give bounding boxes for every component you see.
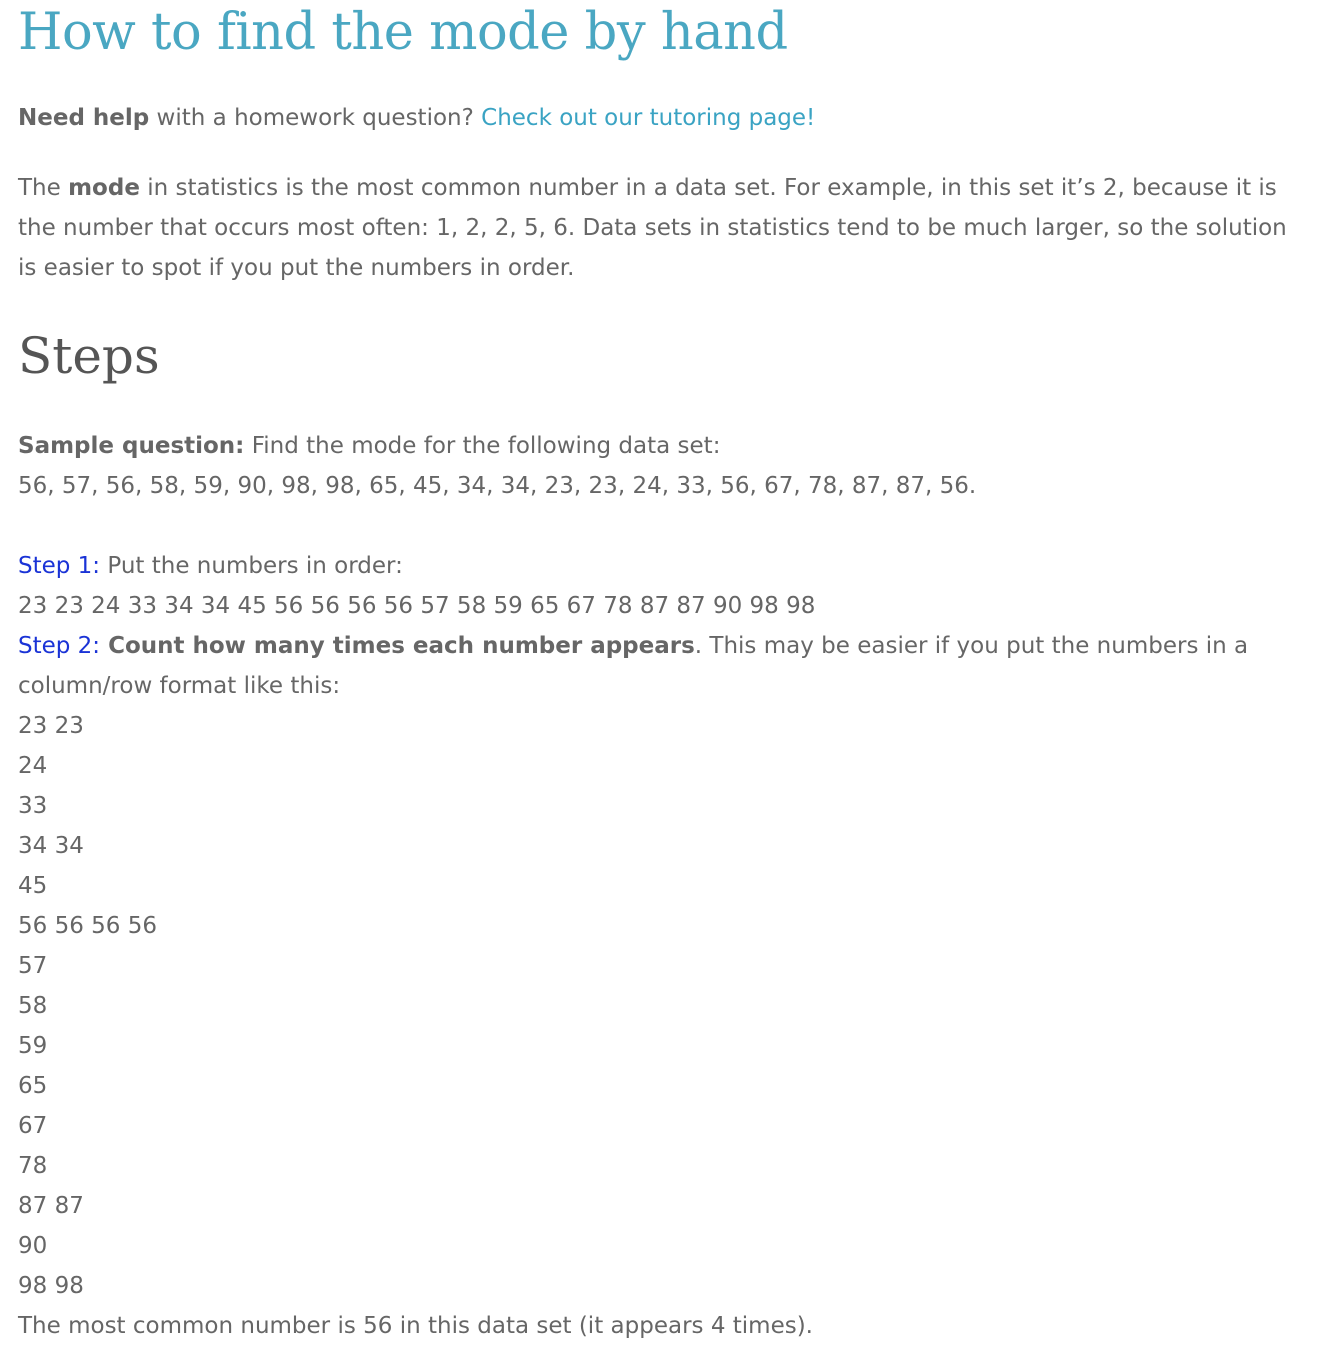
sample-question-text: Find the mode for the following data set… xyxy=(244,433,721,459)
sample-question-block: Sample question: Find the mode for the f… xyxy=(18,426,1306,506)
frequency-list: 23 23 24 33 34 34 45 56 56 56 56 57 58 5… xyxy=(18,706,1306,1306)
frequency-row: 57 xyxy=(18,953,48,979)
intro-text-before: The xyxy=(18,175,69,201)
frequency-row: 65 xyxy=(18,1073,48,1099)
step-2-block: Step 2: Count how many times each number… xyxy=(18,626,1306,1346)
step-1-text: Put the numbers in order: xyxy=(100,553,403,579)
frequency-row: 87 87 xyxy=(18,1193,84,1219)
conclusion-text: The most common number is 56 in this dat… xyxy=(18,1313,813,1339)
article: How to find the mode by hand Need help w… xyxy=(0,0,1336,1346)
frequency-row: 33 xyxy=(18,793,48,819)
frequency-row: 98 98 xyxy=(18,1273,84,1299)
step-1-ordered-numbers: 23 23 24 33 34 34 45 56 56 56 56 57 58 5… xyxy=(18,593,816,619)
help-paragraph: Need help with a homework question? Chec… xyxy=(18,98,1306,138)
frequency-row: 58 xyxy=(18,993,48,1019)
frequency-row: 24 xyxy=(18,753,48,779)
page-title: How to find the mode by hand xyxy=(18,3,788,62)
frequency-row: 67 xyxy=(18,1113,48,1139)
sample-question-label: Sample question: xyxy=(18,433,245,459)
frequency-row: 78 xyxy=(18,1153,48,1179)
step-2-label: Step 2: xyxy=(18,633,101,659)
steps-heading: Steps xyxy=(18,327,160,385)
sample-data-set: 56, 57, 56, 58, 59, 90, 98, 98, 65, 45, … xyxy=(18,473,977,499)
intro-text-after: in statistics is the most common number … xyxy=(18,175,1287,281)
frequency-row: 59 xyxy=(18,1033,48,1059)
frequency-row: 23 23 xyxy=(18,713,84,739)
frequency-row: 45 xyxy=(18,873,48,899)
intro-bold-mode: mode xyxy=(68,175,140,201)
frequency-row: 90 xyxy=(18,1233,48,1259)
step-1-label: Step 1: xyxy=(18,553,101,579)
help-bold-text: Need help xyxy=(18,105,150,131)
step-1-block: Step 1: Put the numbers in order: 23 23 … xyxy=(18,546,1306,626)
frequency-row: 34 34 xyxy=(18,833,84,859)
intro-paragraph: The mode in statistics is the most commo… xyxy=(18,168,1306,288)
tutoring-page-link[interactable]: Check out our tutoring page! xyxy=(481,105,815,131)
frequency-row: 56 56 56 56 xyxy=(18,913,157,939)
help-text: with a homework question? xyxy=(149,105,482,131)
step-2-bold-text: Count how many times each number appears xyxy=(100,633,695,659)
